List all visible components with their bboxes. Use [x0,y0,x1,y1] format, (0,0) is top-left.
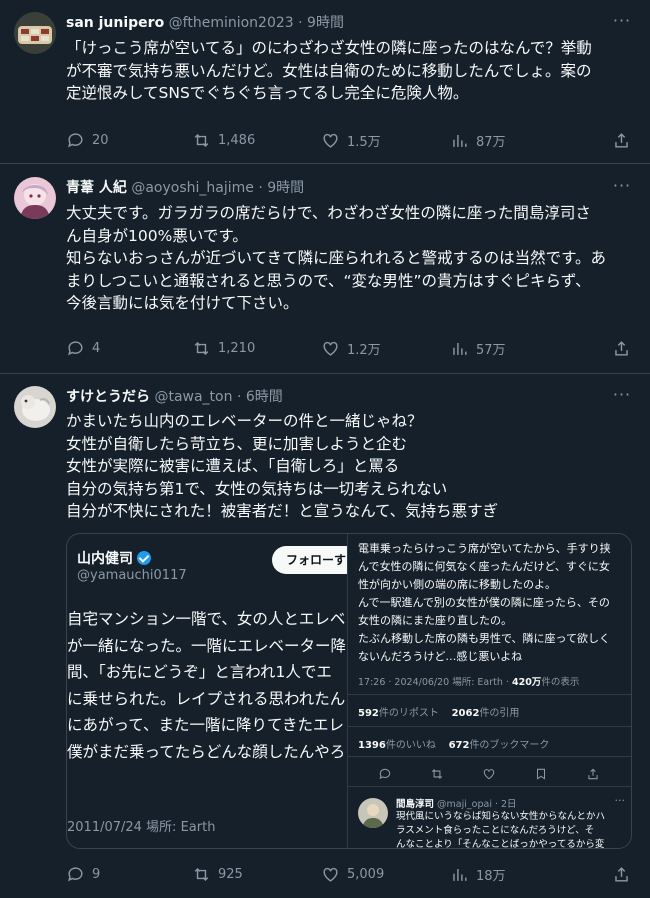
panel-reply-header: 間島淳司 @maji_opai · 2日 [396,799,517,810]
like-button[interactable]: 1.5万 [321,128,381,152]
tweet-text: 大丈夫です。ガラガラの席だらけで、わざわざ女性の隣に座った間島淳司さ ん自身が1… [66,204,607,312]
like-count: 1.2万 [347,342,381,358]
reply-icon [68,866,83,881]
share-button[interactable] [612,336,631,360]
like-count: 5,009 [347,866,385,882]
tweet-1[interactable]: san junipero @ftheminion2023 · 9時間 ··· 「… [0,0,650,164]
tweet-header: すけとうだら @tawa_ton · 6時間 [66,389,283,405]
tweet-header: 青葦 人紀 @aoyoshi_hajime · 9時間 [66,180,305,196]
tweet-actions: 4 1,210 1.2万 57万 [66,336,636,360]
user-handle[interactable]: @tawa_ton [154,389,232,405]
tweet-header: san junipero @ftheminion2023 · 9時間 [66,15,344,31]
more-options-icon[interactable]: ··· [612,12,632,32]
display-name[interactable]: san junipero [66,15,164,31]
embedded-date: 2011/07/24 場所: Earth [67,820,216,835]
screenshot-panel: 電車乗ったらけっこう席が空いてたから、手すり挟 んで女性の隣に何気なく座ったんだ… [347,534,631,849]
attached-image[interactable]: 山内健司 @yamauchi0117 フォローする 自宅マンション一階で、女の人… [66,533,632,849]
views-button[interactable]: 87万 [450,128,506,152]
tweet-2[interactable]: 青葦 人紀 @aoyoshi_hajime · 9時間 ··· 大丈夫です。ガラ… [0,164,650,374]
timestamp[interactable]: 9時間 [307,15,344,31]
more-options-icon[interactable]: ··· [612,386,632,406]
reply-icon [68,132,83,147]
panel-heart-icon [482,766,498,782]
analytics-icon [453,868,467,881]
user-handle[interactable]: @aoyoshi_hajime [131,180,254,196]
panel-reply-icon [378,766,394,782]
reply-button[interactable]: 9 [66,862,100,886]
share-icon [615,866,628,882]
like-button[interactable]: 1.2万 [321,336,381,360]
view-count: 87万 [476,134,506,150]
panel-tweet-text: 電車乗ったらけっこう席が空いてたから、手すり挟 んで女性の隣に何気なく座ったんだ… [358,542,611,663]
tweet-actions: 20 1,486 1.5万 87万 [66,128,636,152]
heart-icon [323,341,338,356]
reply-button[interactable]: 20 [66,128,109,152]
like-button[interactable]: 5,009 [321,862,384,886]
share-button[interactable] [612,128,631,152]
heart-icon [323,867,338,882]
display-name[interactable]: 青葦 人紀 [66,180,127,196]
repost-button[interactable]: 925 [192,862,243,886]
panel-like-stats: 1396件のいいね 672件のブックマーク [358,740,550,751]
like-count: 1.5万 [347,134,381,150]
embedded-display-name: 山内健司 [77,548,151,568]
reply-icon [68,340,83,355]
panel-meta: 17:26 · 2024/06/20 場所: Earth · 420万件の表示 [358,677,580,688]
repost-button[interactable]: 1,210 [192,336,255,360]
user-handle[interactable]: @ftheminion2023 [169,15,294,31]
repost-button[interactable]: 1,486 [192,128,255,152]
reply-count: 4 [92,340,101,356]
views-button[interactable]: 57万 [450,336,506,360]
share-icon [615,132,628,148]
analytics-icon [453,342,467,355]
avatar[interactable] [14,386,56,428]
repost-icon [194,133,209,147]
share-button[interactable] [612,862,631,886]
panel-repost-icon [430,766,446,782]
timestamp[interactable]: 9時間 [267,180,304,196]
panel-bookmark-icon [534,766,550,782]
embedded-user-handle: @yamauchi0117 [77,568,187,583]
view-count: 18万 [476,868,506,884]
panel-repost-stats: 592件のリポスト 2062件の引用 [358,708,520,719]
panel-reply-text: 現代風にいうならば知らない女性からなんとかハ ラスメント食らったことになんだろう… [396,811,606,849]
share-icon [615,340,628,356]
panel-more-icon: ··· [614,794,626,807]
heart-icon [323,133,338,148]
panel-share-icon [586,766,602,782]
repost-icon [194,341,209,355]
repost-icon [194,867,209,881]
repost-count: 1,486 [218,132,256,148]
tweet-actions: 9 925 5,009 18万 [66,862,636,886]
tweet-text: 「けっこう席が空いてる」のにわざわざ女性の隣に座ったのはなんで？挙動 が不審で気… [66,39,592,102]
analytics-icon [453,134,467,147]
reply-count: 9 [92,866,101,882]
tweet-text: かまいたち山内のエレベーターの件と一緒じゃね？ 女性が自衛したら苛立ち、更に加害… [66,412,499,520]
more-options-icon[interactable]: ··· [612,177,632,197]
reply-button[interactable]: 4 [66,336,100,360]
timestamp[interactable]: 6時間 [246,389,283,405]
view-count: 57万 [476,342,506,358]
panel-reply-avatar [358,798,388,828]
display-name[interactable]: すけとうだら [66,389,150,405]
avatar[interactable] [14,12,56,54]
repost-count: 925 [218,866,243,882]
embedded-tweet-text: 自宅マンション一階で、女の人とエレベ が一緒になった。一階にエレベーター降 間、… [67,610,347,761]
reply-count: 20 [92,132,109,148]
verified-badge-icon [137,551,151,565]
repost-count: 1,210 [218,340,256,356]
avatar[interactable] [14,177,56,219]
views-button[interactable]: 18万 [450,862,506,886]
